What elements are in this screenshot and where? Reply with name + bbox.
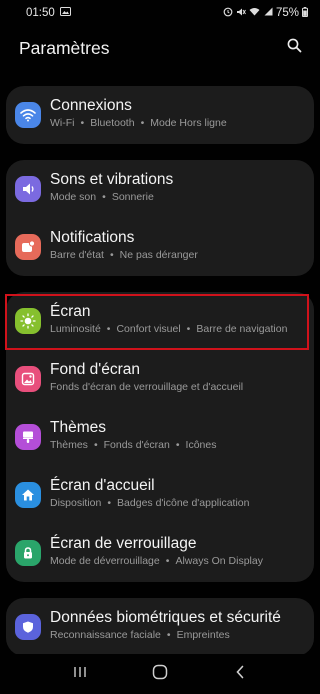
- item-subtitle: Reconnaissance faciale • Empreintes: [50, 629, 230, 641]
- signal-icon: [263, 7, 273, 19]
- settings-item-biometrie[interactable]: Données biométriques et sécurité Reconna…: [6, 598, 314, 656]
- settings-item-connexions[interactable]: Connexions Wi-Fi • Bluetooth • Mode Hors lig…: [6, 86, 314, 144]
- subtitle-part: Thèmes: [50, 439, 88, 451]
- status-right: 75%: [223, 6, 308, 20]
- item-title: Notifications: [50, 229, 135, 246]
- item-subtitle: Luminosité • Confort visuel • Barre de navig…: [50, 323, 288, 335]
- subtitle-part: Wi-Fi: [50, 117, 75, 129]
- subtitle-part: Fonds d'écran de verrouillage et d'accue…: [50, 381, 244, 393]
- settings-item-ecran[interactable]: Écran Luminosité • Confort visuel • Barre de…: [6, 292, 314, 350]
- battery-icon: [302, 6, 308, 20]
- group-security: Données biométriques et sécurité Reconna…: [6, 598, 314, 656]
- recent-apps-button[interactable]: [58, 656, 102, 692]
- item-title: Thèmes: [50, 419, 106, 436]
- header: Paramètres: [0, 26, 320, 70]
- item-title: Écran: [50, 303, 91, 320]
- wallpaper-icon: [15, 366, 41, 392]
- settings-item-ecran-verrouillage[interactable]: Écran de verrouillage Mode de déverrouil…: [6, 524, 314, 582]
- settings-item-ecran-accueil[interactable]: Écran d'accueil Disposition • Badges d'icô…: [6, 466, 314, 524]
- item-title: Données biométriques et sécurité: [50, 609, 281, 626]
- group-connections: Connexions Wi-Fi • Bluetooth • Mode Hors lig…: [6, 86, 314, 144]
- subtitle-part: Bluetooth: [90, 117, 135, 129]
- subtitle-part: Icônes: [185, 439, 217, 451]
- shield-icon: [15, 614, 41, 640]
- home-icon: [15, 482, 41, 508]
- lock-icon: [15, 540, 41, 566]
- item-subtitle: Disposition • Badges d'icône d'application: [50, 497, 250, 509]
- home-button[interactable]: [138, 656, 182, 692]
- search-icon: [287, 38, 302, 58]
- group-sounds: Sons et vibrations Mode son • Sonnerie Not…: [6, 160, 314, 276]
- subtitle-part: Fonds d'écran: [103, 439, 170, 451]
- subtitle-part: Barre d'état: [50, 249, 104, 261]
- subtitle-part: Confort visuel: [116, 323, 181, 335]
- item-title: Écran de verrouillage: [50, 535, 197, 552]
- group-display: Écran Luminosité • Confort visuel • Barre de…: [6, 292, 314, 582]
- settings-item-themes[interactable]: Thèmes Thèmes • Fonds d'écran • Icônes: [6, 408, 314, 466]
- item-subtitle: Barre d'état • Ne pas déranger: [50, 249, 198, 261]
- back-icon: [235, 665, 245, 684]
- subtitle-part: Mode de déverrouillage: [50, 555, 160, 567]
- subtitle-part: Ne pas déranger: [119, 249, 198, 261]
- volume-icon: [15, 176, 41, 202]
- alarm-icon: [223, 6, 233, 20]
- back-button[interactable]: [218, 656, 262, 692]
- settings-item-notifications[interactable]: Notifications Barre d'état • Ne pas dérang…: [6, 218, 314, 276]
- notification-icon: [15, 234, 41, 260]
- image-icon: [59, 7, 71, 19]
- item-subtitle: Mode de déverrouillage • Always On Display: [50, 555, 263, 567]
- item-subtitle: Fonds d'écran de verrouillage et d'accue…: [50, 381, 306, 393]
- subtitle-part: Luminosité: [50, 323, 101, 335]
- battery-percent: 75%: [275, 7, 299, 19]
- subtitle-part: Badges d'icône d'application: [117, 497, 250, 509]
- subtitle-part: Mode Hors ligne: [150, 117, 227, 129]
- navigation-bar: [0, 654, 320, 694]
- theme-brush-icon: [15, 424, 41, 450]
- brightness-icon: [15, 308, 41, 334]
- page-title: Paramètres: [19, 37, 110, 58]
- item-title: Sons et vibrations: [50, 171, 174, 188]
- mute-icon: [236, 7, 246, 20]
- item-title: Fond d'écran: [50, 361, 140, 378]
- subtitle-part: Sonnerie: [111, 191, 154, 203]
- subtitle-part: Barre de navigation: [196, 323, 288, 335]
- subtitle-part: Always On Display: [175, 555, 263, 567]
- status-time: 01:50: [26, 7, 55, 19]
- item-title: Écran d'accueil: [50, 477, 155, 494]
- status-left: 01:50: [26, 7, 71, 19]
- item-subtitle: Thèmes • Fonds d'écran • Icônes: [50, 439, 217, 451]
- subtitle-part: Reconnaissance faciale: [50, 629, 161, 641]
- item-subtitle: Wi-Fi • Bluetooth • Mode Hors ligne: [50, 117, 227, 129]
- settings-item-sons[interactable]: Sons et vibrations Mode son • Sonnerie: [6, 160, 314, 218]
- wifi-icon: [15, 102, 41, 128]
- subtitle-part: Mode son: [50, 191, 97, 203]
- item-subtitle: Mode son • Sonnerie: [50, 191, 154, 203]
- wifi-icon: [249, 7, 260, 19]
- settings-item-fond-ecran[interactable]: Fond d'écran Fonds d'écran de verrouilla…: [6, 350, 314, 408]
- subtitle-part: Empreintes: [176, 629, 230, 641]
- search-button[interactable]: [282, 36, 306, 60]
- status-bar: 01:50 75%: [0, 0, 320, 26]
- home-button-icon: [152, 664, 168, 685]
- item-title: Connexions: [50, 97, 132, 114]
- subtitle-part: Disposition: [50, 497, 102, 509]
- recent-apps-icon: [73, 665, 87, 683]
